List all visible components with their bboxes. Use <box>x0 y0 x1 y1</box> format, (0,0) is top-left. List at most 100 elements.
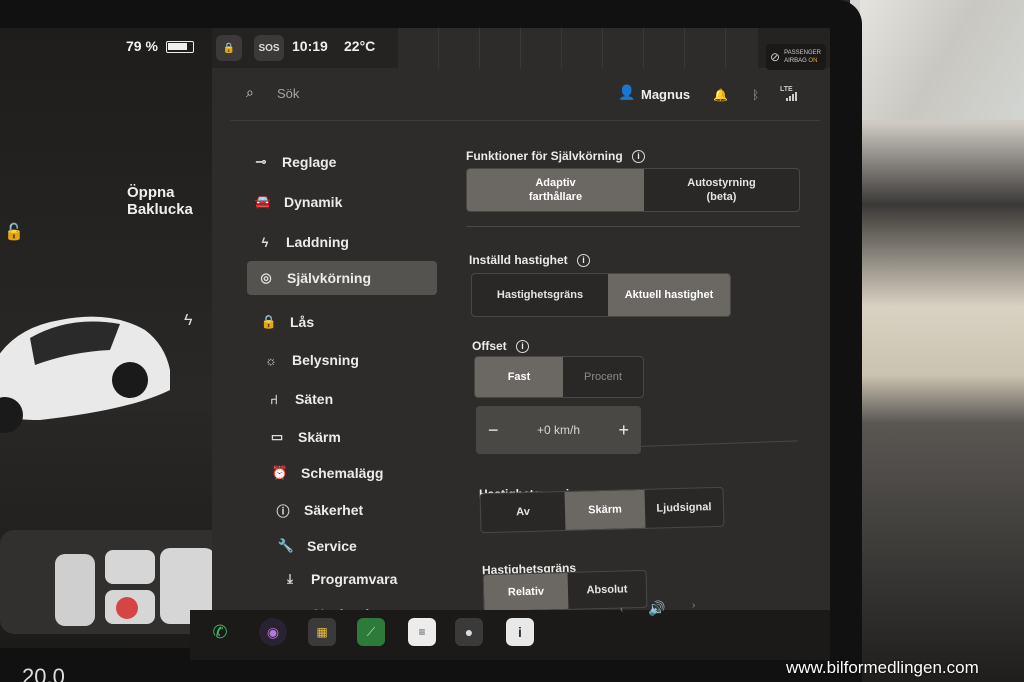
sidebar-item-laddning[interactable]: ϟ Laddning <box>256 226 349 258</box>
features-title: Funktioner för Självkörning <box>466 149 623 163</box>
info-icon[interactable]: i <box>506 618 534 646</box>
window-view <box>860 0 1024 120</box>
alarm-clock-icon: ⏰ <box>271 465 289 480</box>
option-fixed[interactable]: Fast <box>475 357 563 397</box>
sidebar-item-programvara[interactable]: ⤓ Programvara <box>281 563 397 595</box>
airbag-icon: ⊘ <box>770 50 781 64</box>
cabin-temperature[interactable]: 20.0 <box>22 664 65 682</box>
increase-offset-button[interactable]: + <box>618 420 629 441</box>
search-input[interactable]: Sök <box>277 86 299 101</box>
option-percent[interactable]: Procent <box>563 357 643 397</box>
sidebar-item-label: Belysning <box>292 352 359 368</box>
unlock-icon[interactable]: 🔓 <box>4 222 24 242</box>
bluetooth-icon[interactable]: ᛒ <box>752 88 759 102</box>
sidebar-item-service[interactable]: 🔧 Service <box>277 530 357 562</box>
open-trunk-button[interactable]: Öppna Baklucka <box>127 184 193 218</box>
display-icon: ▭ <box>270 429 284 444</box>
sidebar-item-belysning[interactable]: ☼ Belysning <box>262 344 359 376</box>
sidebar-item-saten[interactable]: ⑁ Säten <box>265 383 333 415</box>
volume-icon[interactable]: 🔊 <box>648 600 665 617</box>
option-chime[interactable]: Ljudsignal <box>644 488 723 528</box>
notes-icon[interactable]: ≡ <box>408 618 436 646</box>
sun-icon: ☼ <box>265 352 277 368</box>
chevron-left-icon[interactable]: ‹ <box>620 604 623 615</box>
energy-graph-icon[interactable]: ⟋ <box>357 618 385 646</box>
option-relative[interactable]: Relativ <box>483 572 569 612</box>
dashcam-icon[interactable]: ● <box>455 618 483 646</box>
outside-temperature: 22°C <box>344 38 376 54</box>
car-icon: 🚘 <box>254 194 272 209</box>
sidebar-item-sjalvkorning[interactable]: ◎ Självkörning <box>247 261 437 295</box>
header-divider <box>230 120 820 121</box>
option-speed-limit[interactable]: Hastighetsgräns <box>472 274 608 316</box>
airbag-label-2: AIRBAG <box>784 58 807 64</box>
sidebar-item-label: Service <box>307 538 357 554</box>
option-line1: Adaptiv <box>535 177 576 189</box>
bell-icon[interactable]: 🔔 <box>713 88 728 102</box>
option-autosteer[interactable]: Autostyrning (beta) <box>644 169 799 211</box>
open-trunk-line1: Öppna <box>127 184 175 201</box>
sidebar-item-las[interactable]: 🔒 Lås <box>260 306 314 338</box>
watermark: www.bilformedlingen.com <box>786 658 979 677</box>
features-selector: Adaptiv farthållare Autostyrning (beta) <box>466 168 800 212</box>
battery-icon <box>166 41 194 53</box>
passenger-airbag-indicator: ⊘ PASSENGER AIRBAG ON <box>766 44 826 70</box>
set-speed-selector: Hastighetsgräns Aktuell hastighet <box>471 273 731 317</box>
option-line1: Autostyrning <box>687 177 756 189</box>
option-line2: farthållare <box>528 191 583 203</box>
sos-button[interactable]: SOS <box>254 35 284 61</box>
sidebar-item-skarm[interactable]: ▭ Skärm <box>268 421 341 453</box>
features-section-title: Funktioner för Självkörning i <box>466 149 646 164</box>
speed-section-title: Inställd hastighet i <box>469 253 591 268</box>
info-icon[interactable]: i <box>516 340 530 354</box>
user-name[interactable]: Magnus <box>641 87 690 102</box>
sidebar-item-label: Schemalägg <box>301 465 384 481</box>
sidebar-item-sakerhet[interactable]: ⓘ Säkerhet <box>274 494 363 526</box>
phone-icon[interactable]: ✆ <box>206 618 234 646</box>
lock-icon: 🔒 <box>260 314 278 329</box>
clock: 10:19 <box>292 38 328 54</box>
map-strip <box>398 28 758 68</box>
sidebar-item-schemalagg[interactable]: ⏰ Schemalägg <box>271 457 384 489</box>
option-screen[interactable]: Skärm <box>564 489 646 530</box>
open-trunk-line2: Baklucka <box>127 201 193 218</box>
driver-profile-lock-icon[interactable]: 🔒 <box>216 35 242 61</box>
offset-value: +0 km/h <box>536 423 581 437</box>
seat-icon: ⑁ <box>270 391 278 407</box>
toggle-icon: ⊸ <box>255 154 267 169</box>
sidebar-item-dynamik[interactable]: 🚘 Dynamik <box>254 186 342 218</box>
offset-section-title: Offset i <box>472 339 530 354</box>
info-icon[interactable]: i <box>577 254 591 268</box>
search-icon[interactable]: ⌕ <box>246 84 254 101</box>
option-off[interactable]: Av <box>481 492 566 532</box>
sidebar-item-label: Laddning <box>286 234 349 250</box>
offset-title: Offset <box>472 339 507 353</box>
offset-type-selector: Fast Procent <box>474 356 644 398</box>
airbag-state: ON <box>808 58 818 64</box>
battery-percentage: 79 % <box>126 38 158 54</box>
user-profile-icon[interactable]: 👤 <box>618 84 635 101</box>
airbag-label-1: PASSENGER <box>784 50 821 56</box>
camera-lens-icon[interactable]: ◉ <box>259 618 287 646</box>
sidebar-item-label: Skärm <box>298 429 341 445</box>
chevron-right-icon[interactable]: › <box>692 600 695 611</box>
decrease-offset-button[interactable]: − <box>488 420 499 441</box>
option-adaptive-cruise[interactable]: Adaptiv farthållare <box>467 169 644 211</box>
car-model-image <box>0 316 170 433</box>
sidebar-item-label: Programvara <box>311 571 398 587</box>
apps-icon[interactable]: ▦ <box>308 618 336 646</box>
charge-port-bolt-icon[interactable]: ϟ <box>184 312 192 330</box>
sidebar-item-label: Säkerhet <box>304 502 364 518</box>
option-absolute[interactable]: Absolut <box>568 571 647 609</box>
download-icon: ⤓ <box>287 571 293 586</box>
sidebar-item-label: Säten <box>295 391 334 407</box>
sidebar-item-reglage[interactable]: ⊸ Reglage <box>252 146 337 178</box>
sidebar-item-label: Självkörning <box>287 270 372 286</box>
bolt-icon: ϟ <box>261 234 269 250</box>
option-current-speed[interactable]: Aktuell hastighet <box>608 274 730 316</box>
speed-warning-selector: Av Skärm Ljudsignal <box>479 486 725 534</box>
section-divider <box>466 226 800 227</box>
info-icon[interactable]: i <box>632 150 646 164</box>
steering-wheel-icon: ◎ <box>260 270 272 285</box>
option-line2: (beta) <box>706 191 737 203</box>
